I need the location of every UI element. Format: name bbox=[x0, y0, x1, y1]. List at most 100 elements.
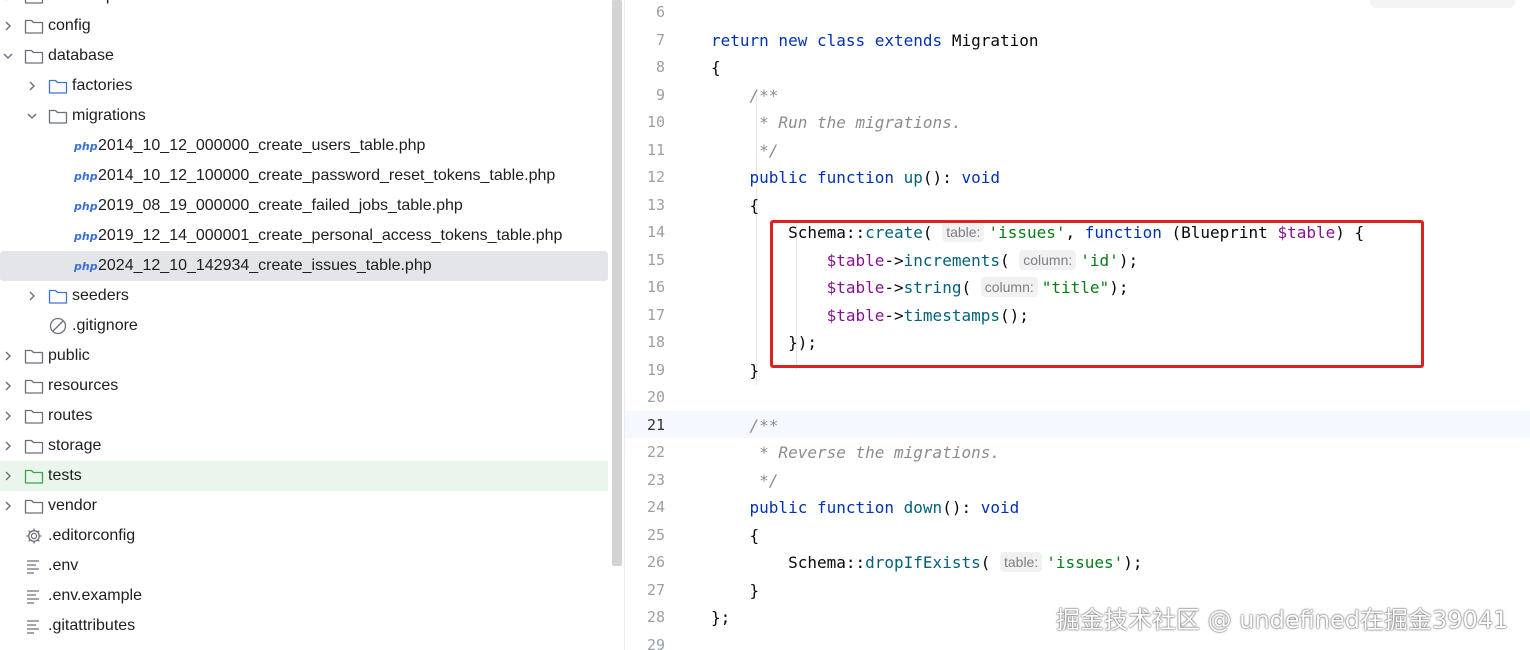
tree-item[interactable]: .gitignore bbox=[0, 311, 608, 341]
line-number[interactable]: 28 bbox=[625, 604, 665, 631]
line-number[interactable]: 19 bbox=[625, 357, 665, 384]
code-line[interactable]: * Run the migrations. bbox=[711, 109, 961, 136]
line-number[interactable]: 11 bbox=[625, 137, 665, 164]
line-number[interactable]: 13 bbox=[625, 192, 665, 219]
project-tree[interactable]: bootstrap config database factories migratio… bbox=[0, 0, 610, 650]
tree-item[interactable]: tests bbox=[0, 461, 608, 491]
line-number[interactable]: 14 bbox=[625, 219, 665, 246]
code-line[interactable]: * Reverse the migrations. bbox=[711, 439, 1000, 466]
line-number[interactable]: 25 bbox=[625, 522, 665, 549]
line-number[interactable]: 18 bbox=[625, 329, 665, 356]
line-number[interactable]: 15 bbox=[625, 247, 665, 274]
tree-item[interactable]: public bbox=[0, 341, 608, 371]
line-number[interactable]: 8 bbox=[625, 54, 665, 81]
tree-item-label: migrations bbox=[72, 107, 146, 124]
code-line[interactable]: } bbox=[711, 357, 760, 384]
tree-item[interactable]: .editorconfig bbox=[0, 521, 608, 551]
tree-item[interactable]: database bbox=[0, 41, 608, 71]
chevron-right-icon[interactable] bbox=[2, 350, 14, 362]
tree-item[interactable]: resources bbox=[0, 371, 608, 401]
folder-icon bbox=[24, 466, 44, 486]
code-line[interactable]: /** bbox=[711, 82, 779, 109]
chevron-right-icon[interactable] bbox=[2, 380, 14, 392]
line-number[interactable]: 16 bbox=[625, 274, 665, 301]
chevron-right-icon[interactable] bbox=[26, 290, 38, 302]
code-token: ( bbox=[980, 553, 1000, 572]
tree-item[interactable]: .gitattributes bbox=[0, 611, 608, 641]
tree-item[interactable]: migrations bbox=[0, 101, 608, 131]
code-token: public function bbox=[749, 498, 904, 517]
tree-item[interactable]: config bbox=[0, 11, 608, 41]
line-number[interactable]: 17 bbox=[625, 302, 665, 329]
line-number[interactable]: 20 bbox=[625, 384, 665, 411]
tree-item[interactable]: routes bbox=[0, 401, 608, 431]
line-number[interactable]: 9 bbox=[625, 82, 665, 109]
folder-icon bbox=[24, 346, 44, 366]
tree-item[interactable]: php 2019_08_19_000000_create_failed_jobs_… bbox=[0, 191, 608, 221]
line-number[interactable]: 27 bbox=[625, 577, 665, 604]
code-line[interactable]: { bbox=[711, 192, 760, 219]
line-number[interactable]: 26 bbox=[625, 549, 665, 576]
code-line[interactable]: return new class extends Migration bbox=[711, 27, 1039, 54]
chevron-right-icon[interactable] bbox=[2, 470, 14, 482]
code-line[interactable]: */ bbox=[711, 467, 778, 494]
text-file-icon bbox=[24, 586, 44, 606]
tree-item[interactable]: storage bbox=[0, 431, 608, 461]
chevron-down-icon[interactable] bbox=[2, 50, 14, 62]
tree-item[interactable]: php 2014_10_12_000000_create_users_table.… bbox=[0, 131, 608, 161]
tree-item[interactable]: bootstrap bbox=[0, 0, 608, 11]
code-line[interactable]: public function up(): void bbox=[711, 164, 1000, 191]
code-token: (): bbox=[942, 498, 981, 517]
tree-item-label: database bbox=[48, 47, 114, 64]
line-number[interactable]: 24 bbox=[625, 494, 665, 521]
tree-item-label: factories bbox=[72, 77, 133, 94]
project-tree-scrollbar[interactable] bbox=[612, 0, 622, 566]
folder-icon bbox=[24, 436, 44, 456]
line-number[interactable]: 12 bbox=[625, 164, 665, 191]
code-token: /** bbox=[749, 415, 779, 435]
tree-item[interactable]: vendor bbox=[0, 491, 608, 521]
tree-item-label: .editorconfig bbox=[48, 527, 136, 544]
tree-item[interactable]: php 2019_12_14_000001_create_personal_acc… bbox=[0, 221, 608, 251]
chevron-right-icon[interactable] bbox=[26, 80, 38, 92]
chevron-right-icon[interactable] bbox=[2, 0, 14, 2]
chevron-right-icon[interactable] bbox=[2, 440, 14, 452]
code-token: */ bbox=[749, 470, 779, 490]
line-number[interactable]: 22 bbox=[625, 439, 665, 466]
tree-item[interactable]: factories bbox=[0, 71, 608, 101]
tree-item[interactable]: php 2024_12_10_142934_create_issues_table… bbox=[0, 251, 608, 281]
code-line[interactable]: */ bbox=[711, 137, 778, 164]
text-file-icon bbox=[24, 616, 44, 636]
chevron-right-icon[interactable] bbox=[2, 410, 14, 422]
line-number[interactable]: 23 bbox=[625, 467, 665, 494]
code-token: return new class extends bbox=[711, 30, 952, 50]
tree-item[interactable]: .env bbox=[0, 551, 608, 581]
line-number[interactable]: 21 bbox=[625, 412, 665, 439]
tree-item[interactable]: .env.example bbox=[0, 581, 608, 611]
line-number[interactable]: 29 bbox=[625, 632, 665, 650]
chevron-down-icon[interactable] bbox=[26, 110, 38, 122]
code-line[interactable]: { bbox=[711, 54, 721, 81]
code-line[interactable]: }; bbox=[711, 604, 730, 631]
folder-icon bbox=[48, 106, 68, 126]
chevron-right-icon[interactable] bbox=[2, 20, 14, 32]
gear-icon bbox=[24, 526, 44, 546]
tree-item-label: config bbox=[48, 17, 91, 34]
chevron-right-icon[interactable] bbox=[2, 500, 14, 512]
line-number[interactable]: 6 bbox=[625, 0, 665, 26]
code-line[interactable]: } bbox=[711, 577, 760, 604]
tree-item[interactable]: php 2014_10_12_100000_create_password_res… bbox=[0, 161, 608, 191]
code-line[interactable]: { bbox=[711, 522, 760, 549]
line-number[interactable]: 7 bbox=[625, 27, 665, 54]
tree-item-label: 2024_12_10_142934_create_issues_table.ph… bbox=[98, 257, 432, 274]
code-line[interactable]: public function down(): void bbox=[711, 494, 1020, 521]
folder-icon bbox=[24, 16, 44, 36]
code-line[interactable]: Schema::dropIfExists( table:'issues'); bbox=[711, 549, 1143, 576]
line-number[interactable]: 10 bbox=[625, 109, 665, 136]
code-line[interactable]: /** bbox=[711, 412, 779, 439]
tree-item[interactable]: seeders bbox=[0, 281, 608, 311]
